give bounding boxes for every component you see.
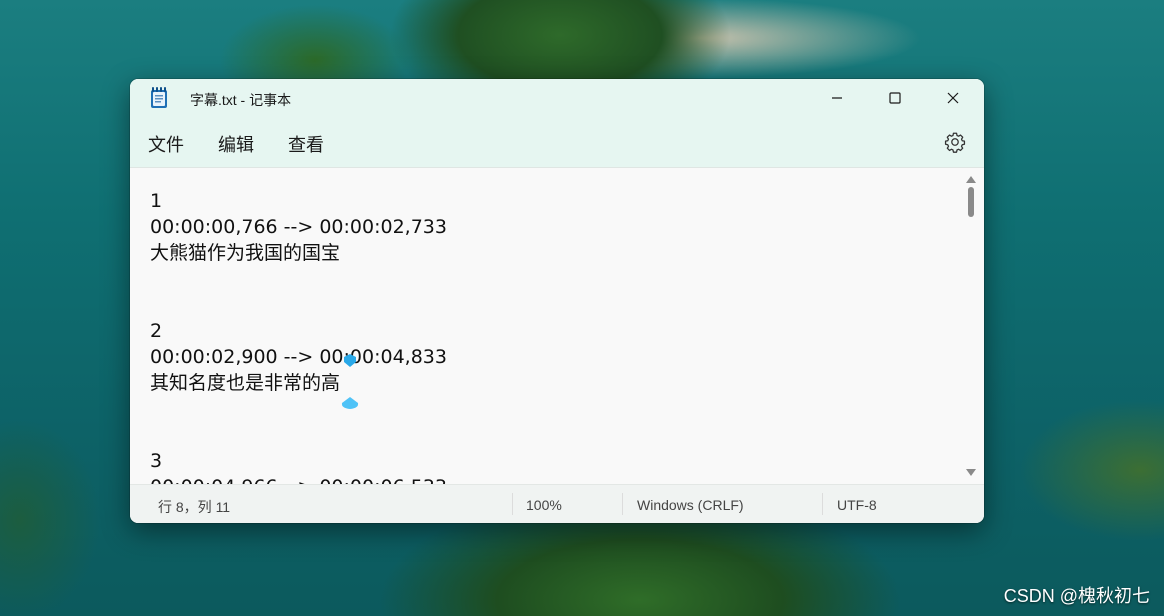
watermark: CSDN @槐秋初七 [1003, 586, 1150, 606]
notepad-window: 字幕.txt - 记事本 文件 编辑 查看 1 00:00:00,766 -->… [130, 79, 984, 523]
menu-edit[interactable]: 编辑 [218, 131, 254, 157]
line-ending: Windows (CRLF) [637, 497, 744, 513]
encoding: UTF-8 [837, 497, 877, 513]
text-line: 00:00:04,966 --> 00:00:06,533 [150, 474, 950, 484]
text-content[interactable]: 1 00:00:00,766 --> 00:00:02,733 大熊猫作为我国的… [150, 188, 950, 484]
scroll-down-arrow[interactable] [966, 469, 976, 476]
status-divider [512, 493, 513, 515]
text-line [150, 292, 950, 318]
menu-file[interactable]: 文件 [148, 131, 184, 157]
title-bar[interactable]: 字幕.txt - 记事本 [130, 79, 984, 117]
status-divider [822, 493, 823, 515]
close-button[interactable] [924, 79, 982, 117]
maximize-icon [889, 92, 901, 104]
text-line: 2 [150, 320, 163, 342]
zoom-level: 100% [526, 497, 562, 513]
scroll-up-arrow[interactable] [966, 176, 976, 183]
text-line [150, 422, 950, 448]
minimize-icon [832, 97, 842, 99]
text-line: 3 [150, 450, 163, 472]
menu-bar: 文件 编辑 查看 [130, 117, 984, 168]
text-line: 其知名度也是非常的高 [150, 372, 341, 394]
text-line: 1 [150, 190, 163, 212]
text-editor[interactable]: 1 00:00:00,766 --> 00:00:02,733 大熊猫作为我国的… [130, 168, 984, 484]
minimize-button[interactable] [808, 79, 866, 117]
selection-handle-bottom-icon[interactable] [340, 396, 360, 410]
status-divider [622, 493, 623, 515]
selection-handle-top-icon[interactable] [343, 354, 357, 368]
window-title: 字幕.txt - 记事本 [190, 92, 292, 108]
notepad-icon [151, 87, 167, 108]
cursor-position: 行 8，列 11 [158, 499, 231, 515]
maximize-button[interactable] [866, 79, 924, 117]
menu-view[interactable]: 查看 [288, 131, 324, 157]
text-line [150, 396, 950, 422]
text-line: 大熊猫作为我国的国宝 [150, 242, 341, 264]
gear-icon[interactable] [944, 131, 966, 153]
text-line: 00:00:00,766 --> 00:00:02,733 [150, 216, 447, 238]
status-bar: 行 8，列 11 100% Windows (CRLF) UTF-8 [130, 484, 984, 523]
text-line [150, 266, 950, 292]
text-line: 00:00:02,900 --> 00:00:04,833 [150, 346, 447, 368]
close-icon [947, 92, 959, 104]
scrollbar-thumb[interactable] [968, 187, 974, 217]
